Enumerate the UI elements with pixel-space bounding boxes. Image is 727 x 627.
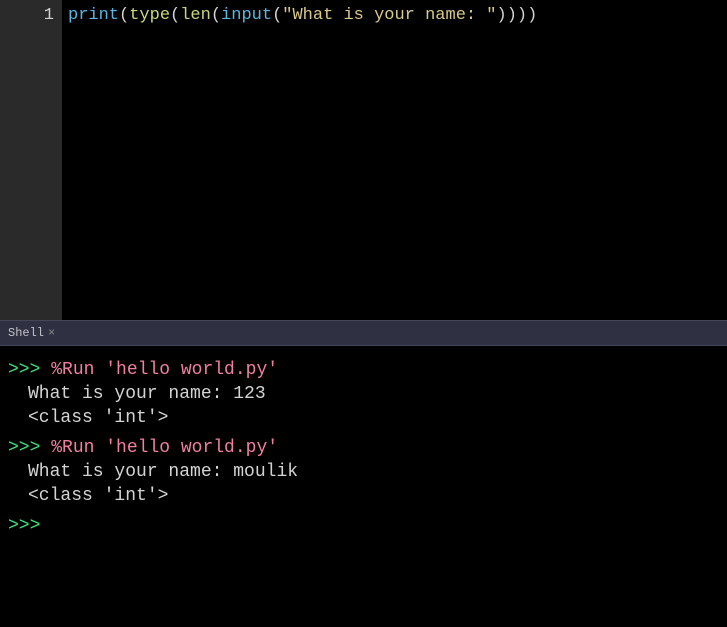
shell-output-line: <class 'int'> (28, 486, 719, 506)
token-paren: ( (211, 6, 221, 25)
tab-label: Shell (8, 326, 44, 340)
code-area[interactable]: print(type(len(input("What is your name:… (62, 0, 727, 320)
shell-output-line: What is your name: 123 (28, 384, 719, 404)
shell-run-command: %Run 'hello world.py' (51, 360, 278, 380)
shell-output-line: <class 'int'> (28, 408, 719, 428)
line-gutter: 1 (0, 0, 62, 320)
token-paren: )))) (497, 6, 538, 25)
token-paren: ( (119, 6, 129, 25)
token-paren: ( (170, 6, 180, 25)
shell-prompt: >>> (8, 438, 51, 458)
shell-prompt-line[interactable]: >>> (8, 516, 719, 536)
shell-output-block: What is your name: moulik <class 'int'> (8, 462, 719, 506)
shell-prompt: >>> (8, 516, 51, 536)
token-paren: ( (272, 6, 282, 25)
token-len: len (180, 6, 211, 25)
tab-bar: Shell × (0, 320, 727, 346)
line-number: 1 (0, 6, 54, 25)
editor-pane: 1 print(type(len(input("What is your nam… (0, 0, 727, 320)
close-icon[interactable]: × (48, 326, 55, 340)
shell-prompt: >>> (8, 360, 51, 380)
shell-command-line: >>> %Run 'hello world.py' (8, 360, 719, 380)
shell-output-line: What is your name: moulik (28, 462, 719, 482)
shell-pane[interactable]: >>> %Run 'hello world.py' What is your n… (0, 346, 727, 627)
tab-shell[interactable]: Shell × (4, 324, 59, 342)
token-input: input (221, 6, 272, 25)
token-string: "What is your name: " (282, 6, 496, 25)
shell-command-line: >>> %Run 'hello world.py' (8, 438, 719, 458)
shell-output-block: What is your name: 123 <class 'int'> (8, 384, 719, 428)
token-type: type (129, 6, 170, 25)
token-print: print (68, 6, 119, 25)
shell-run-command: %Run 'hello world.py' (51, 438, 278, 458)
